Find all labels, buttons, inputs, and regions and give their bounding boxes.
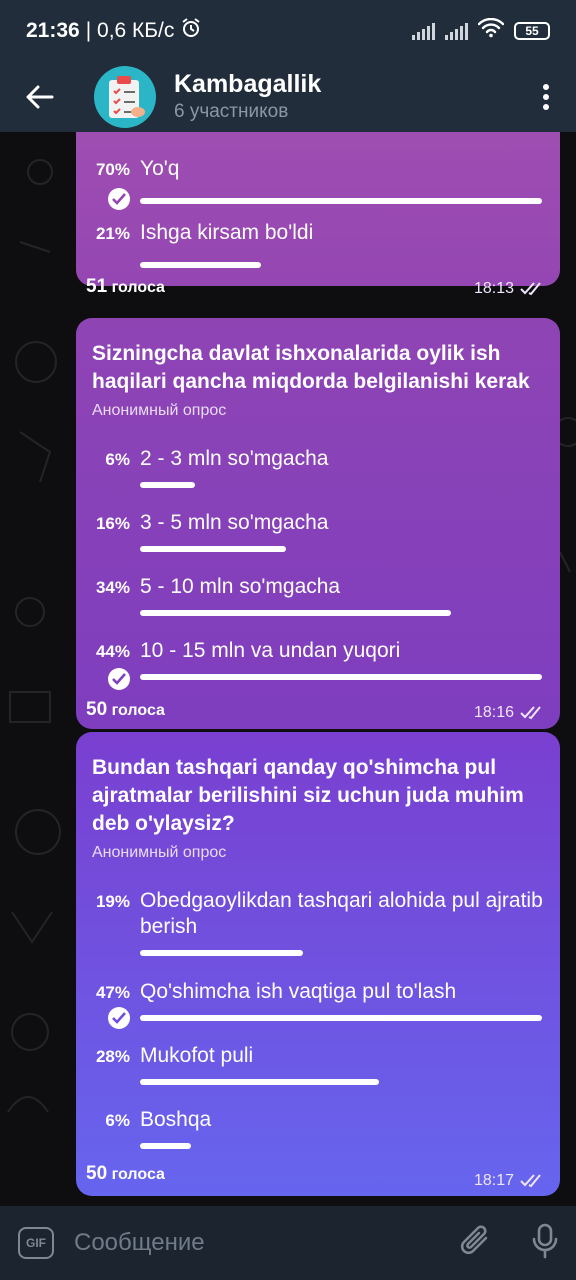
double-check-icon bbox=[520, 1174, 541, 1188]
poll-option-percent: 34% bbox=[95, 578, 130, 597]
poll-votes-count: 50 bbox=[86, 1163, 108, 1184]
poll-question: Sizningcha davlat ishxonalarida oylik is… bbox=[92, 342, 530, 393]
poll-option-bar bbox=[140, 674, 542, 680]
status-time: 21:36 bbox=[26, 19, 80, 42]
poll-option-label: Boshqa bbox=[140, 1108, 212, 1131]
status-bar: 21:36 | 0,6 КБ/с 55 bbox=[0, 0, 576, 62]
chat-subtitle: 6 участников bbox=[174, 101, 289, 122]
poll-option-bar bbox=[140, 546, 286, 552]
poll-option-label: Mukofot puli bbox=[140, 1044, 254, 1067]
poll-option-percent: 28% bbox=[95, 1047, 130, 1066]
poll-option-label: 5 - 10 mln so'mgacha bbox=[140, 575, 341, 598]
paperclip-icon bbox=[460, 1224, 488, 1254]
poll-option-label: Ishga kirsam bo'ldi bbox=[140, 221, 314, 244]
poll-option-label: Yo'q bbox=[140, 157, 180, 180]
poll-votes-count: 51 bbox=[86, 276, 108, 297]
attach-button[interactable] bbox=[460, 1224, 492, 1263]
signal-icon bbox=[412, 22, 435, 40]
poll-option-percent: 70% bbox=[95, 160, 130, 179]
message-meta: 18:17 bbox=[474, 1172, 546, 1190]
poll-option-percent: 21% bbox=[95, 224, 130, 243]
gif-button[interactable]: GIF bbox=[18, 1227, 54, 1259]
check-icon bbox=[108, 668, 130, 690]
poll-type: Анонимный опрос bbox=[92, 402, 227, 419]
microphone-icon bbox=[532, 1223, 558, 1258]
more-menu-button[interactable] bbox=[516, 83, 576, 111]
clipboard-icon bbox=[109, 76, 145, 118]
poll-option-bar bbox=[140, 482, 195, 488]
avatar[interactable] bbox=[94, 66, 156, 128]
signal-icon-2 bbox=[445, 22, 468, 40]
poll-option-bar bbox=[140, 198, 542, 204]
poll-message-1[interactable]: 70% Yo'q 21% Ishga kirsam bo'ldi 51 голо… bbox=[76, 132, 560, 297]
poll-option-bar bbox=[140, 950, 303, 956]
message-meta: 18:16 bbox=[474, 704, 546, 722]
poll-option-bar bbox=[140, 1015, 542, 1021]
poll-message-3[interactable]: Bundan tashqari qanday qo'shimcha pul aj… bbox=[76, 732, 560, 1196]
poll-option-percent: 6% bbox=[105, 1111, 130, 1130]
back-button[interactable] bbox=[0, 62, 80, 132]
message-time: 18:13 bbox=[473, 280, 514, 297]
poll-option-percent: 47% bbox=[95, 983, 130, 1002]
poll-votes[interactable]: 51 голоса bbox=[86, 276, 165, 298]
double-check-icon bbox=[520, 706, 541, 720]
arrow-left-icon bbox=[26, 85, 54, 109]
poll-option-label: 3 - 5 mln so'mgacha bbox=[140, 511, 329, 534]
poll-option-label: 10 - 15 mln va undan yuqori bbox=[140, 639, 401, 662]
poll-option-label: 2 - 3 mln so'mgacha bbox=[140, 447, 329, 470]
poll-message-2[interactable]: Sizningcha davlat ishxonalarida oylik is… bbox=[76, 318, 560, 729]
poll-option-label: Obedgaoylikdan tashqari alohida pul ajra… bbox=[140, 889, 543, 938]
chat-titles[interactable]: Kambagallik 6 участников bbox=[174, 69, 321, 125]
chat-title: Kambagallik bbox=[174, 70, 322, 98]
poll-option-percent: 6% bbox=[105, 450, 130, 469]
poll-votes[interactable]: 50 голоса bbox=[86, 699, 165, 721]
poll-votes-count: 50 bbox=[86, 699, 108, 720]
poll-option-percent: 44% bbox=[95, 642, 130, 661]
poll-option-bar bbox=[140, 1079, 379, 1085]
message-meta: 18:13 bbox=[474, 280, 546, 298]
battery-icon: 55 bbox=[514, 22, 550, 40]
poll-votes-word: голоса bbox=[111, 1166, 165, 1183]
check-icon bbox=[108, 1007, 130, 1029]
wifi-icon bbox=[477, 17, 505, 44]
chat-header: Kambagallik 6 участников bbox=[0, 62, 576, 132]
status-speed: | 0,6 КБ/с bbox=[85, 19, 175, 42]
poll-votes-word: голоса bbox=[111, 702, 165, 719]
message-time: 18:16 bbox=[473, 704, 514, 721]
poll-option-bar bbox=[140, 610, 451, 616]
microphone-button[interactable] bbox=[532, 1223, 558, 1264]
poll-question: Bundan tashqari qanday qo'shimcha pul aj… bbox=[92, 756, 524, 835]
check-icon bbox=[108, 188, 130, 210]
message-input-bar: GIF Сообщение bbox=[0, 1206, 576, 1280]
poll-option-percent: 19% bbox=[95, 892, 130, 911]
double-check-icon bbox=[520, 282, 541, 296]
poll-option-bar bbox=[140, 262, 261, 268]
poll-option-percent: 16% bbox=[95, 514, 130, 533]
chat-area[interactable]: 70% Yo'q 21% Ishga kirsam bo'ldi 51 голо… bbox=[0, 132, 576, 1206]
message-time: 18:17 bbox=[473, 1172, 514, 1189]
poll-option-bar bbox=[140, 1143, 191, 1149]
message-input[interactable]: Сообщение bbox=[74, 1229, 205, 1257]
poll-option-label: Qo'shimcha ish vaqtiga pul to'lash bbox=[140, 980, 457, 1003]
alarm-icon bbox=[180, 17, 202, 45]
poll-votes-word: голоса bbox=[111, 279, 165, 296]
poll-votes[interactable]: 50 голоса bbox=[86, 1163, 165, 1185]
more-vertical-icon bbox=[543, 84, 549, 110]
poll-type: Анонимный опрос bbox=[92, 844, 227, 861]
